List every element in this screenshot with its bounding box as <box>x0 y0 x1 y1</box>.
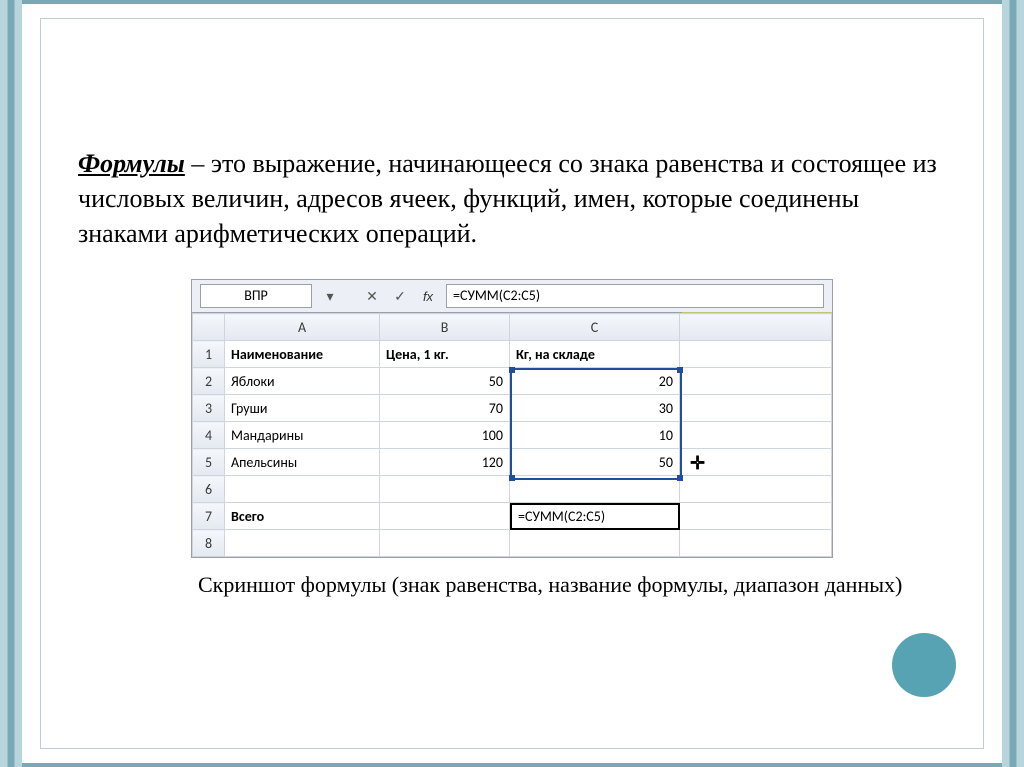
header-stock[interactable]: Кг, на складе <box>510 341 680 368</box>
cell-name[interactable]: Груши <box>225 395 380 422</box>
definition-paragraph: Формулы – это выражение, начинающееся со… <box>78 146 946 251</box>
column-header-row: A B C <box>193 314 832 341</box>
cell-stock[interactable]: 30 <box>510 395 680 422</box>
cell[interactable] <box>510 530 680 557</box>
col-header-C[interactable]: C <box>510 314 680 341</box>
row-header[interactable]: 4 <box>193 422 225 449</box>
formula-bar: ВПР ▾ ✕ ✓ fx =СУММ(C2:C5) СУММ(число1; [… <box>192 280 832 313</box>
cell-name[interactable]: Яблоки <box>225 368 380 395</box>
definition-term: Формулы <box>78 149 185 178</box>
cell-stock[interactable]: 10 <box>510 422 680 449</box>
row-header[interactable]: 2 <box>193 368 225 395</box>
cell-price[interactable]: 120 <box>380 449 510 476</box>
cell-name[interactable]: Мандарины <box>225 422 380 449</box>
row-header[interactable]: 5 <box>193 449 225 476</box>
cell-stock[interactable]: 20 <box>510 368 680 395</box>
cell[interactable] <box>380 503 510 530</box>
row-header[interactable]: 3 <box>193 395 225 422</box>
cell-stock[interactable]: 50 <box>510 449 680 476</box>
header-name[interactable]: Наименование <box>225 341 380 368</box>
table-row: 5 Апельсины 120 50 <box>193 449 832 476</box>
cell[interactable] <box>225 530 380 557</box>
accent-top <box>22 0 1002 4</box>
table-row: 1 Наименование Цена, 1 кг. Кг, на складе <box>193 341 832 368</box>
cell[interactable] <box>680 341 832 368</box>
table-row: 3 Груши 70 30 <box>193 395 832 422</box>
accent-right <box>1002 0 1024 767</box>
cancel-icon[interactable]: ✕ <box>362 286 382 306</box>
cell[interactable] <box>380 476 510 503</box>
cell[interactable] <box>680 422 832 449</box>
cell[interactable] <box>680 368 832 395</box>
dropdown-icon[interactable]: ▾ <box>320 286 340 306</box>
row-header[interactable]: 7 <box>193 503 225 530</box>
cell-price[interactable]: 50 <box>380 368 510 395</box>
row-header[interactable]: 1 <box>193 341 225 368</box>
table-row: 4 Мандарины 100 10 <box>193 422 832 449</box>
col-header-A[interactable]: A <box>225 314 380 341</box>
accent-left <box>0 0 22 767</box>
row-header[interactable]: 6 <box>193 476 225 503</box>
cell[interactable] <box>680 395 832 422</box>
confirm-icon[interactable]: ✓ <box>390 286 410 306</box>
cell[interactable] <box>380 530 510 557</box>
caption-text: Скриншот формулы (знак равенства, назван… <box>198 572 918 598</box>
excel-screenshot: ВПР ▾ ✕ ✓ fx =СУММ(C2:C5) СУММ(число1; [… <box>191 279 833 558</box>
total-label[interactable]: Всего <box>225 503 380 530</box>
formula-input[interactable]: =СУММ(C2:C5) <box>446 284 824 308</box>
fx-icon[interactable]: fx <box>418 286 438 306</box>
cell-price[interactable]: 70 <box>380 395 510 422</box>
col-header-B[interactable]: B <box>380 314 510 341</box>
header-price[interactable]: Цена, 1 кг. <box>380 341 510 368</box>
row-header[interactable]: 8 <box>193 530 225 557</box>
definition-text: – это выражение, начинающееся со знака р… <box>78 149 937 248</box>
spreadsheet-grid: A B C 1 Наименование Цена, 1 кг. Кг, на … <box>192 313 832 557</box>
cell[interactable] <box>225 476 380 503</box>
cell[interactable] <box>510 476 680 503</box>
table-row: 2 Яблоки 50 20 <box>193 368 832 395</box>
cell[interactable] <box>680 476 832 503</box>
name-box[interactable]: ВПР <box>200 284 312 308</box>
content-area: Формулы – это выражение, начинающееся со… <box>78 120 946 598</box>
accent-bottom <box>22 763 1002 767</box>
cell[interactable] <box>680 503 832 530</box>
table-row: 8 <box>193 530 832 557</box>
col-header-rest[interactable] <box>680 314 832 341</box>
cell-name[interactable]: Апельсины <box>225 449 380 476</box>
cell-price[interactable]: 100 <box>380 422 510 449</box>
plus-cursor-icon: ✛ <box>690 453 705 474</box>
table-row: 6 <box>193 476 832 503</box>
slide: Формулы – это выражение, начинающееся со… <box>0 0 1024 767</box>
cell[interactable] <box>680 530 832 557</box>
decorative-dot <box>892 633 956 697</box>
active-cell-c7[interactable]: =СУММ(C2:C5) <box>510 503 680 530</box>
select-all-corner[interactable] <box>193 314 225 341</box>
